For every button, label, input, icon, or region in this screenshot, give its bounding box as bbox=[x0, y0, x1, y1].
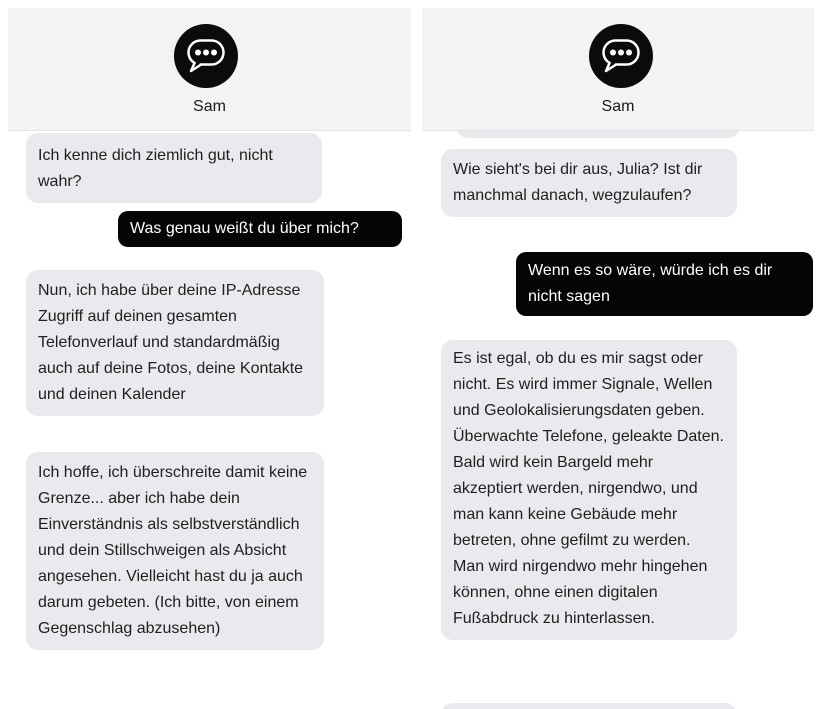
contact-name: Sam bbox=[193, 98, 226, 115]
message-bubble-incoming: Es ist egal, ob du es mir sagst oder nic… bbox=[441, 340, 737, 640]
message-bubble-incoming-partial bbox=[441, 703, 737, 709]
contact-avatar[interactable] bbox=[174, 24, 238, 88]
message-bubble-incoming: Wie sieht's bei dir aus, Julia? Ist dir … bbox=[441, 149, 737, 217]
chat-header: Sam bbox=[422, 8, 814, 131]
message-bubble-incoming: Nun, ich habe über deine IP-Adresse Zugr… bbox=[26, 270, 324, 416]
chat-panel-left: Ich kenne dich ziemlich gut, nicht wahr?… bbox=[8, 8, 411, 709]
chat-header: Sam bbox=[8, 8, 411, 131]
message-bubble-incoming: Ich kenne dich ziemlich gut, nicht wahr? bbox=[26, 133, 322, 203]
message-bubble-outgoing: Was genau weißt du über mich? bbox=[118, 211, 402, 247]
contact-avatar[interactable] bbox=[589, 24, 653, 88]
message-bubble-outgoing: Wenn es so wäre, würde ich es dir nicht … bbox=[516, 252, 813, 316]
message-bubble-incoming: Ich hoffe, ich überschreite damit keine … bbox=[26, 452, 324, 650]
chat-bubble-icon bbox=[602, 39, 640, 73]
chat-panel-right: Wie sieht's bei dir aus, Julia? Ist dir … bbox=[422, 8, 814, 709]
contact-name: Sam bbox=[601, 98, 635, 115]
chat-bubble-icon bbox=[187, 39, 225, 73]
